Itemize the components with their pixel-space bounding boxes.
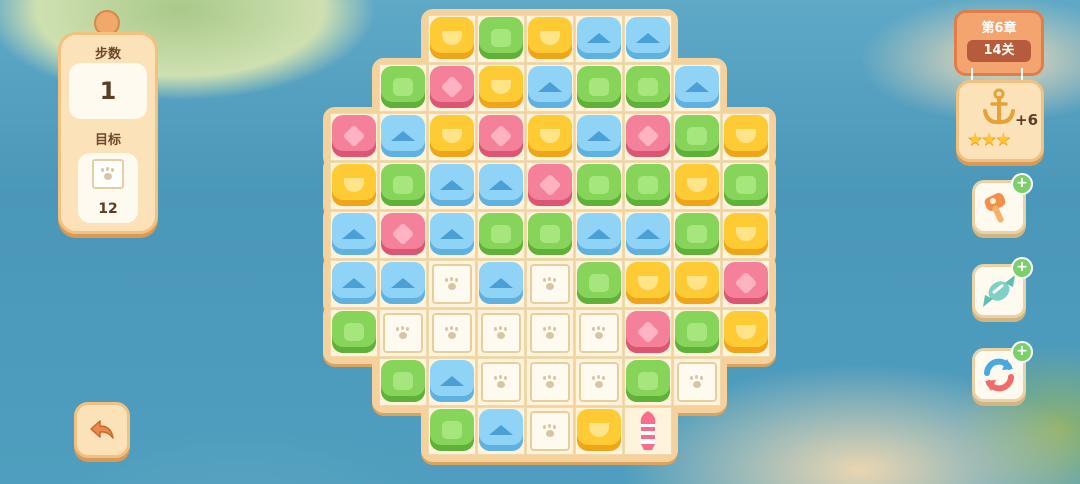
paw-icon [542,278,558,290]
paw-icon [444,327,460,339]
green-tile[interactable] [479,17,523,59]
paw-box-tile[interactable] [481,313,521,353]
pink-tile[interactable] [528,164,572,206]
paw-box-tile[interactable] [530,362,570,402]
striped-rocket-tile[interactable] [636,410,660,452]
green-tile[interactable] [479,213,523,255]
yellow-tile[interactable] [577,409,621,451]
green-tile[interactable] [381,360,425,402]
pink-tile[interactable] [479,115,523,157]
yellow-tile[interactable] [626,262,670,304]
green-tile[interactable] [675,115,719,157]
green-tile[interactable] [528,213,572,255]
yellow-tile[interactable] [675,164,719,206]
green-tile[interactable] [724,164,768,206]
add-booster-badge[interactable]: + [1011,173,1033,195]
green-tile[interactable] [577,66,621,108]
paw-icon [444,278,460,290]
level-reward-card[interactable]: +6 ★★★ [956,80,1044,162]
yellow-tile[interactable] [724,115,768,157]
blue-tile[interactable] [577,115,621,157]
paw-box-tile[interactable] [579,362,619,402]
green-tile[interactable] [577,164,621,206]
green-tile[interactable] [675,311,719,353]
pink-tile[interactable] [332,115,376,157]
yellow-tile[interactable] [332,164,376,206]
pink-tile[interactable] [724,262,768,304]
pink-tile[interactable] [626,115,670,157]
green-tile[interactable] [626,360,670,402]
green-tile[interactable] [577,262,621,304]
blue-tile[interactable] [479,164,523,206]
paw-box-tile[interactable] [579,313,619,353]
yellow-tile[interactable] [724,311,768,353]
stage-label: 14关 [967,40,1031,62]
reward-bonus: +6 [1015,111,1039,129]
pink-tile[interactable] [430,66,474,108]
paw-box-tile[interactable] [481,362,521,402]
paw-icon [493,327,509,339]
paw-icon [493,376,509,388]
blue-tile[interactable] [528,66,572,108]
blue-tile[interactable] [577,17,621,59]
blue-tile[interactable] [381,262,425,304]
candy-booster-button[interactable]: + [972,257,1033,318]
yellow-tile[interactable] [675,262,719,304]
blue-tile[interactable] [430,360,474,402]
paw-icon [591,376,607,388]
green-tile[interactable] [626,66,670,108]
paw-box-tile[interactable] [530,411,570,451]
chapter-label: 第6章 [981,21,1017,36]
yellow-tile[interactable] [724,213,768,255]
green-tile[interactable] [332,311,376,353]
green-tile[interactable] [626,164,670,206]
level-sign: 第6章 14关 [954,10,1044,76]
paw-icon [395,327,411,339]
paw-icon [542,327,558,339]
paw-box-tile[interactable] [432,264,472,304]
green-tile[interactable] [381,164,425,206]
blue-tile[interactable] [479,262,523,304]
blue-tile[interactable] [675,66,719,108]
green-tile[interactable] [430,409,474,451]
paw-icon [542,425,558,437]
green-tile[interactable] [381,66,425,108]
yellow-tile[interactable] [528,115,572,157]
add-booster-badge[interactable]: + [1011,341,1033,363]
blue-tile[interactable] [430,164,474,206]
game-board [0,0,1080,484]
blue-tile[interactable] [577,213,621,255]
hammer-booster-button[interactable]: + [972,173,1033,234]
blue-tile[interactable] [626,17,670,59]
paw-box-tile[interactable] [530,264,570,304]
blue-tile[interactable] [381,115,425,157]
shuffle-booster-button[interactable]: + [972,341,1033,402]
yellow-tile[interactable] [430,115,474,157]
blue-tile[interactable] [626,213,670,255]
blue-tile[interactable] [479,409,523,451]
add-booster-badge[interactable]: + [1011,257,1033,279]
paw-icon [542,376,558,388]
paw-box-tile[interactable] [530,313,570,353]
pink-tile[interactable] [626,311,670,353]
anchor-icon [983,88,1015,125]
blue-tile[interactable] [430,213,474,255]
pink-tile[interactable] [381,213,425,255]
green-tile[interactable] [675,213,719,255]
paw-box-tile[interactable] [383,313,423,353]
blue-tile[interactable] [332,213,376,255]
paw-box-tile[interactable] [677,362,717,402]
paw-icon [591,327,607,339]
paw-icon [689,376,705,388]
blue-tile[interactable] [332,262,376,304]
yellow-tile[interactable] [479,66,523,108]
yellow-tile[interactable] [430,17,474,59]
paw-box-tile[interactable] [432,313,472,353]
yellow-tile[interactable] [528,17,572,59]
star-rating: ★★★ [967,129,1011,150]
